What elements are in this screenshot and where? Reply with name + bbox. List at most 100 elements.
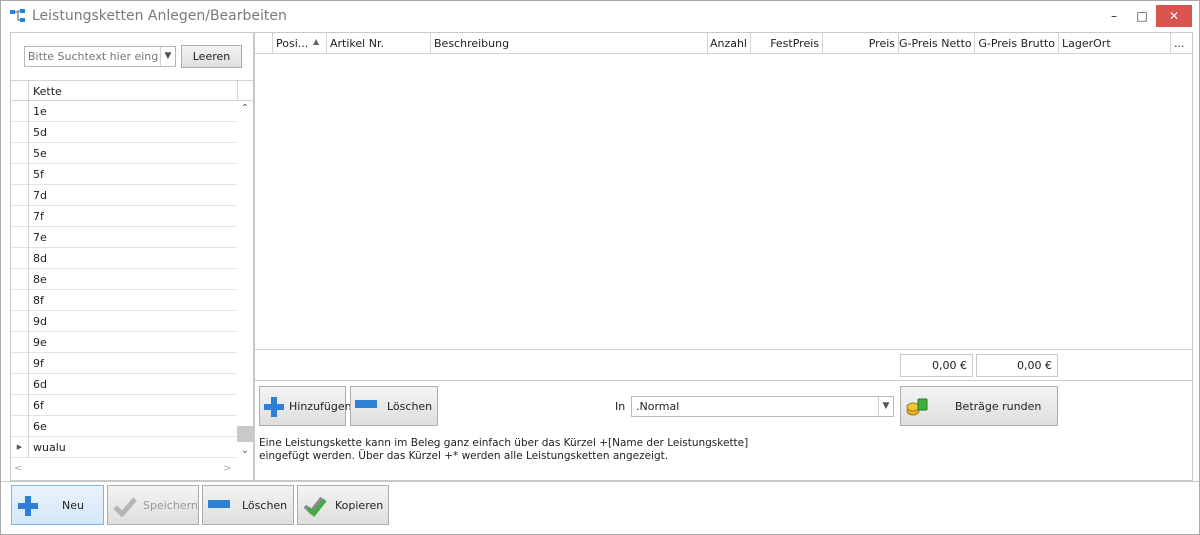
row-indicator[interactable] <box>11 206 29 227</box>
kette-name-cell: 6f <box>33 399 44 412</box>
row-indicator[interactable] <box>11 353 29 374</box>
delete-position-button[interactable]: Löschen <box>350 386 438 426</box>
positions-grid-header: Posi... ▲ Artikel Nr. Beschreibung Anzah… <box>255 33 1192 54</box>
delete-label: Löschen <box>242 499 288 512</box>
column-header-kette[interactable]: Kette <box>33 85 62 98</box>
row-indicator[interactable] <box>11 185 29 206</box>
row-indicator[interactable] <box>11 227 29 248</box>
column-header-preis[interactable]: Preis <box>823 33 899 53</box>
kette-name-cell: 9f <box>33 357 44 370</box>
column-header-g-preis-brutto[interactable]: G-Preis Brutto <box>975 33 1059 53</box>
kette-name-cell: 8d <box>33 252 47 265</box>
column-header-festpreis[interactable]: FestPreis <box>751 33 823 53</box>
column-header-position[interactable]: Posi... ▲ <box>273 33 327 53</box>
delete-button[interactable]: Löschen <box>202 485 294 525</box>
scroll-up-icon[interactable]: ⌃ <box>237 101 253 117</box>
column-header-artikel-nr[interactable]: Artikel Nr. <box>327 33 431 53</box>
column-header-anzahl[interactable]: Anzahl <box>708 33 751 53</box>
kette-name-cell: 9e <box>33 336 47 349</box>
scroll-thumb[interactable] <box>237 426 253 442</box>
row-indicator[interactable] <box>11 269 29 290</box>
kette-row[interactable]: 8e <box>11 269 237 290</box>
grid-totals-footer: 0,00 € 0,00 € <box>255 349 1192 380</box>
add-position-button[interactable]: Hinzufügen <box>259 386 352 426</box>
header-scroll-spacer <box>237 81 253 101</box>
chevron-down-icon[interactable]: ▼ <box>160 47 175 66</box>
kette-row[interactable]: 7f <box>11 206 237 227</box>
minimize-button[interactable]: – <box>1099 5 1129 27</box>
row-indicator[interactable] <box>11 395 29 416</box>
kette-row[interactable]: 7e <box>11 227 237 248</box>
kette-name-cell: 8f <box>33 294 44 307</box>
leistungsketten-window: Leistungsketten Anlegen/Bearbeiten – □ ✕… <box>0 0 1200 535</box>
vertical-scrollbar[interactable]: ⌃ ⌄ <box>237 101 253 459</box>
close-button[interactable]: ✕ <box>1156 5 1192 27</box>
kette-name-cell: 5e <box>33 147 47 160</box>
plus-icon <box>264 397 284 417</box>
kette-name-cell: 8e <box>33 273 47 286</box>
row-indicator[interactable] <box>11 290 29 311</box>
maximize-button[interactable]: □ <box>1127 5 1157 27</box>
row-indicator[interactable] <box>11 101 29 122</box>
price-group-select[interactable]: .Normal ▼ <box>631 396 894 417</box>
row-indicator[interactable] <box>11 164 29 185</box>
chevron-down-icon[interactable]: ▼ <box>878 397 893 416</box>
kette-row[interactable]: 8f <box>11 290 237 311</box>
current-row-indicator-icon[interactable]: ▶ <box>11 437 29 458</box>
copy-button[interactable]: Kopieren <box>297 485 389 525</box>
kette-name-cell: 7f <box>33 210 44 223</box>
info-line-2: eingefügt werden. Über das Kürzel +* wer… <box>259 450 669 462</box>
row-indicator[interactable] <box>11 332 29 353</box>
row-indicator[interactable] <box>11 416 29 437</box>
coins-icon <box>906 398 928 416</box>
column-header-lagerort[interactable]: LagerOrt <box>1059 33 1171 53</box>
row-indicator[interactable] <box>11 122 29 143</box>
row-indicator[interactable] <box>11 248 29 269</box>
total-netto: 0,00 € <box>900 354 973 377</box>
kette-rows: 1e 5d 5e 5f 7d 7f 7e 8d 8e 8f 9d 9e 9f 6d 6f 6e ▶ wualu <box>11 101 237 458</box>
scroll-down-icon[interactable]: ⌄ <box>237 443 253 459</box>
kette-row[interactable]: 6d <box>11 374 237 395</box>
minus-icon <box>208 500 230 508</box>
scroll-left-icon[interactable]: < <box>14 463 22 474</box>
row-indicator[interactable] <box>11 374 29 395</box>
sort-ascending-icon: ▲ <box>313 37 320 46</box>
column-header-beschreibung[interactable]: Beschreibung <box>431 33 708 53</box>
column-chooser-button[interactable]: ... <box>1171 33 1192 53</box>
kette-row[interactable]: 6e <box>11 416 237 437</box>
round-amounts-label: Beträge runden <box>955 400 1042 413</box>
kette-row[interactable]: ▶ wualu <box>11 437 237 458</box>
window-title: Leistungsketten Anlegen/Bearbeiten <box>32 8 287 24</box>
kette-name-cell: 6d <box>33 378 47 391</box>
clear-search-button[interactable]: Leeren <box>181 45 242 68</box>
double-checkmark-icon <box>303 496 327 517</box>
kette-row[interactable]: 8d <box>11 248 237 269</box>
search-combo[interactable]: ▼ <box>24 46 176 67</box>
kette-row[interactable]: 5e <box>11 143 237 164</box>
column-header-g-preis-netto[interactable]: G-Preis Netto <box>899 33 975 53</box>
copy-label: Kopieren <box>335 499 384 512</box>
kette-row[interactable]: 1e <box>11 101 237 122</box>
position-actions-panel: Hinzufügen Löschen In .Normal ▼ Beträge … <box>254 381 1193 481</box>
search-input[interactable] <box>25 47 159 66</box>
title-bar: Leistungsketten Anlegen/Bearbeiten – □ ✕ <box>1 1 1199 32</box>
save-button[interactable]: Speichern <box>107 485 199 525</box>
row-indicator[interactable] <box>11 311 29 332</box>
horizontal-scrollbar[interactable]: < > <box>11 461 253 477</box>
kette-row[interactable]: 9e <box>11 332 237 353</box>
kette-name-cell: 7d <box>33 189 47 202</box>
kette-row[interactable]: 5d <box>11 122 237 143</box>
row-indicator-header <box>255 33 273 53</box>
kette-row[interactable]: 5f <box>11 164 237 185</box>
row-indicator[interactable] <box>11 143 29 164</box>
round-amounts-button[interactable]: Beträge runden <box>900 386 1058 426</box>
new-button[interactable]: Neu <box>11 485 104 525</box>
kette-row[interactable]: 9f <box>11 353 237 374</box>
plus-icon <box>18 496 38 516</box>
info-line-1: Eine Leistungskette kann im Beleg ganz e… <box>259 437 749 449</box>
kette-row[interactable]: 7d <box>11 185 237 206</box>
scroll-right-icon[interactable]: > <box>223 463 231 474</box>
kette-row[interactable]: 9d <box>11 311 237 332</box>
kette-row[interactable]: 6f <box>11 395 237 416</box>
add-position-label: Hinzufügen <box>289 400 352 413</box>
